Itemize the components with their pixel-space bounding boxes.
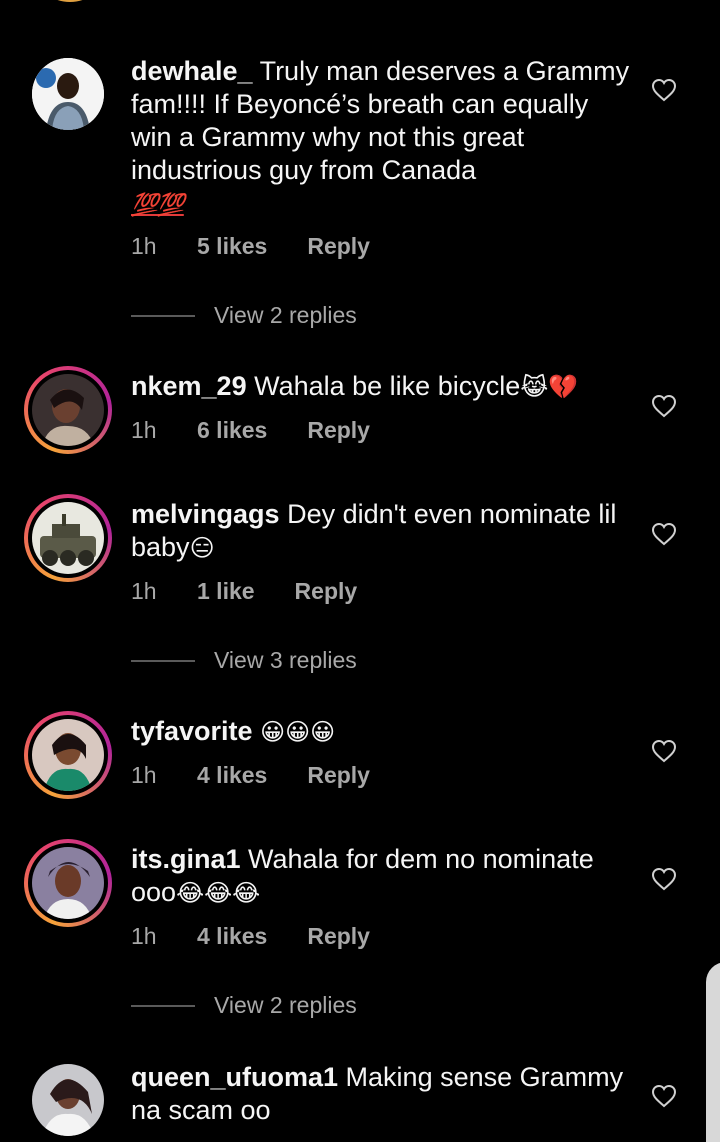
comment-username[interactable]: queen_ufuoma1	[131, 1062, 338, 1092]
avatar[interactable]	[24, 839, 112, 927]
reply-button[interactable]: Reply	[307, 923, 370, 950]
comment-timestamp: 1h	[131, 233, 157, 259]
comment-likes[interactable]: 6 likes	[197, 417, 267, 444]
replies-divider	[131, 314, 195, 317]
expressionless-emoji: 😑	[189, 534, 215, 562]
comment-timestamp: 1h	[131, 417, 157, 443]
tears-of-joy-emoji: 😂😂😂	[176, 879, 261, 907]
comment-username[interactable]: nkem_29	[131, 371, 247, 401]
comment-timestamp: 1h	[131, 762, 157, 788]
heart-outline-icon[interactable]	[651, 78, 677, 102]
avatar[interactable]	[32, 58, 104, 130]
comment-username[interactable]: its.gina1	[131, 844, 241, 874]
hundred-points-emoji: 💯💯	[131, 192, 185, 217]
view-replies-label[interactable]: View 2 replies	[214, 992, 357, 1019]
heart-outline-icon[interactable]	[651, 522, 677, 546]
scrollbar-edge[interactable]	[706, 962, 720, 1142]
heart-outline-icon[interactable]	[651, 739, 677, 763]
reply-button[interactable]: Reply	[295, 578, 358, 605]
view-replies-label[interactable]: View 2 replies	[214, 302, 357, 329]
comment-timestamp: 1h	[131, 923, 157, 949]
avatar[interactable]	[24, 366, 112, 454]
crying-cat-broken-heart-emoji: 😹💔	[520, 373, 579, 401]
comment-likes[interactable]: 4 likes	[197, 923, 267, 950]
comment-likes[interactable]: 5 likes	[197, 233, 267, 260]
view-replies-button[interactable]: View 3 replies	[131, 647, 357, 674]
comment-timestamp: 1h	[131, 578, 157, 604]
avatar[interactable]	[24, 494, 112, 582]
replies-divider	[131, 1004, 195, 1007]
view-replies-button[interactable]: View 2 replies	[131, 992, 357, 1019]
comment-likes[interactable]: 4 likes	[197, 762, 267, 789]
reply-button[interactable]: Reply	[307, 417, 370, 444]
comment-username[interactable]: melvingags	[131, 499, 280, 529]
view-replies-label[interactable]: View 3 replies	[214, 647, 357, 674]
heart-outline-icon[interactable]	[651, 394, 677, 418]
replies-divider	[131, 659, 195, 662]
avatar[interactable]	[32, 1064, 104, 1136]
previous-avatar-ring	[30, 0, 110, 2]
heart-outline-icon[interactable]	[651, 1084, 677, 1108]
avatar[interactable]	[24, 711, 112, 799]
comment-username[interactable]: dewhale_	[131, 56, 253, 86]
comment-username[interactable]: tyfavorite	[131, 716, 253, 746]
heart-outline-icon[interactable]	[651, 867, 677, 891]
grinning-face-emoji: 😀😀😀	[260, 718, 336, 746]
reply-button[interactable]: Reply	[307, 762, 370, 789]
view-replies-button[interactable]: View 2 replies	[131, 302, 357, 329]
comment-likes[interactable]: 1 like	[197, 578, 255, 605]
comment-text	[253, 716, 261, 746]
reply-button[interactable]: Reply	[307, 233, 370, 260]
comment-text: Wahala be like bicycle	[246, 371, 521, 401]
